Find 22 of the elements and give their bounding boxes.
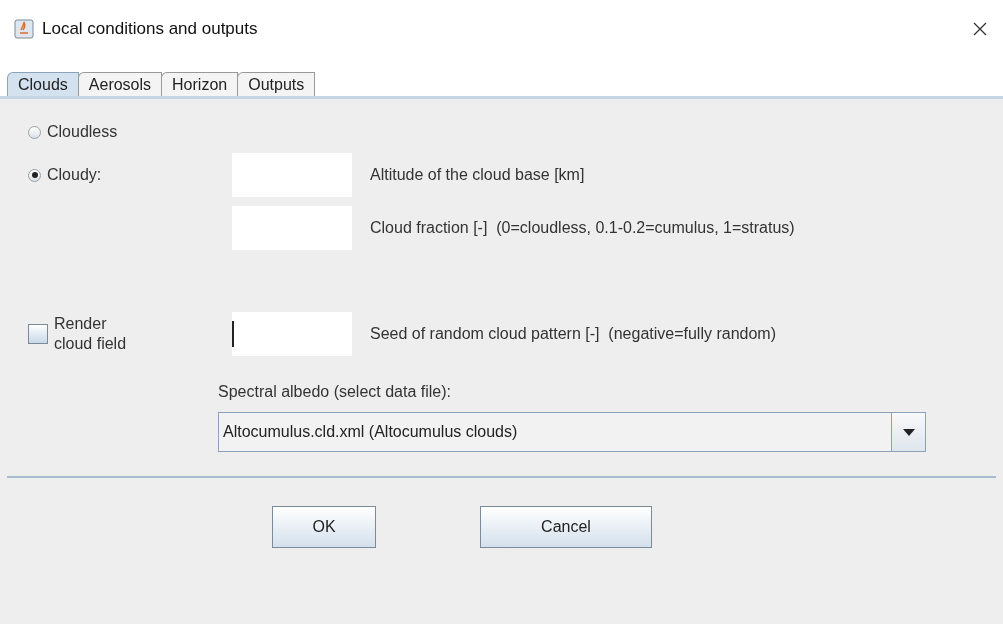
close-icon[interactable] <box>973 22 987 36</box>
tab[interactable]: Outputs <box>237 72 316 96</box>
field-label: Cloud fraction [-] (0=cloudless, 0.1-0.2=cumulus, 1=stratus) <box>370 218 795 238</box>
radio-button[interactable] <box>28 168 41 182</box>
radio-button[interactable] <box>28 125 41 139</box>
window-title: Local conditions and outputs <box>42 18 259 41</box>
checkbox[interactable] <box>28 324 48 344</box>
dropdown-label: Spectral albedo (select data file): <box>218 382 452 402</box>
radio-label: Cloudy: <box>47 165 102 185</box>
tab[interactable]: Horizon <box>161 72 239 96</box>
checkbox-label: Render cloud field <box>54 314 128 354</box>
cancel-button[interactable]: Cancel <box>480 506 652 548</box>
ok-button[interactable]: OK <box>272 506 376 548</box>
caret-icon <box>902 428 915 436</box>
tab[interactable]: Aerosols <box>77 72 163 96</box>
radio-label: Cloudless <box>47 122 118 142</box>
input-field[interactable] <box>232 312 352 356</box>
field-label: Altitude of the cloud base [km] <box>370 165 585 185</box>
app-icon <box>14 19 34 39</box>
tab[interactable]: Clouds <box>7 72 79 96</box>
albedo-dropdown[interactable]: Altocumulus.cld.xml (Altocumulus clouds) <box>218 412 926 452</box>
field-label: Seed of random cloud pattern [-] (negative=fully random) <box>370 324 776 344</box>
